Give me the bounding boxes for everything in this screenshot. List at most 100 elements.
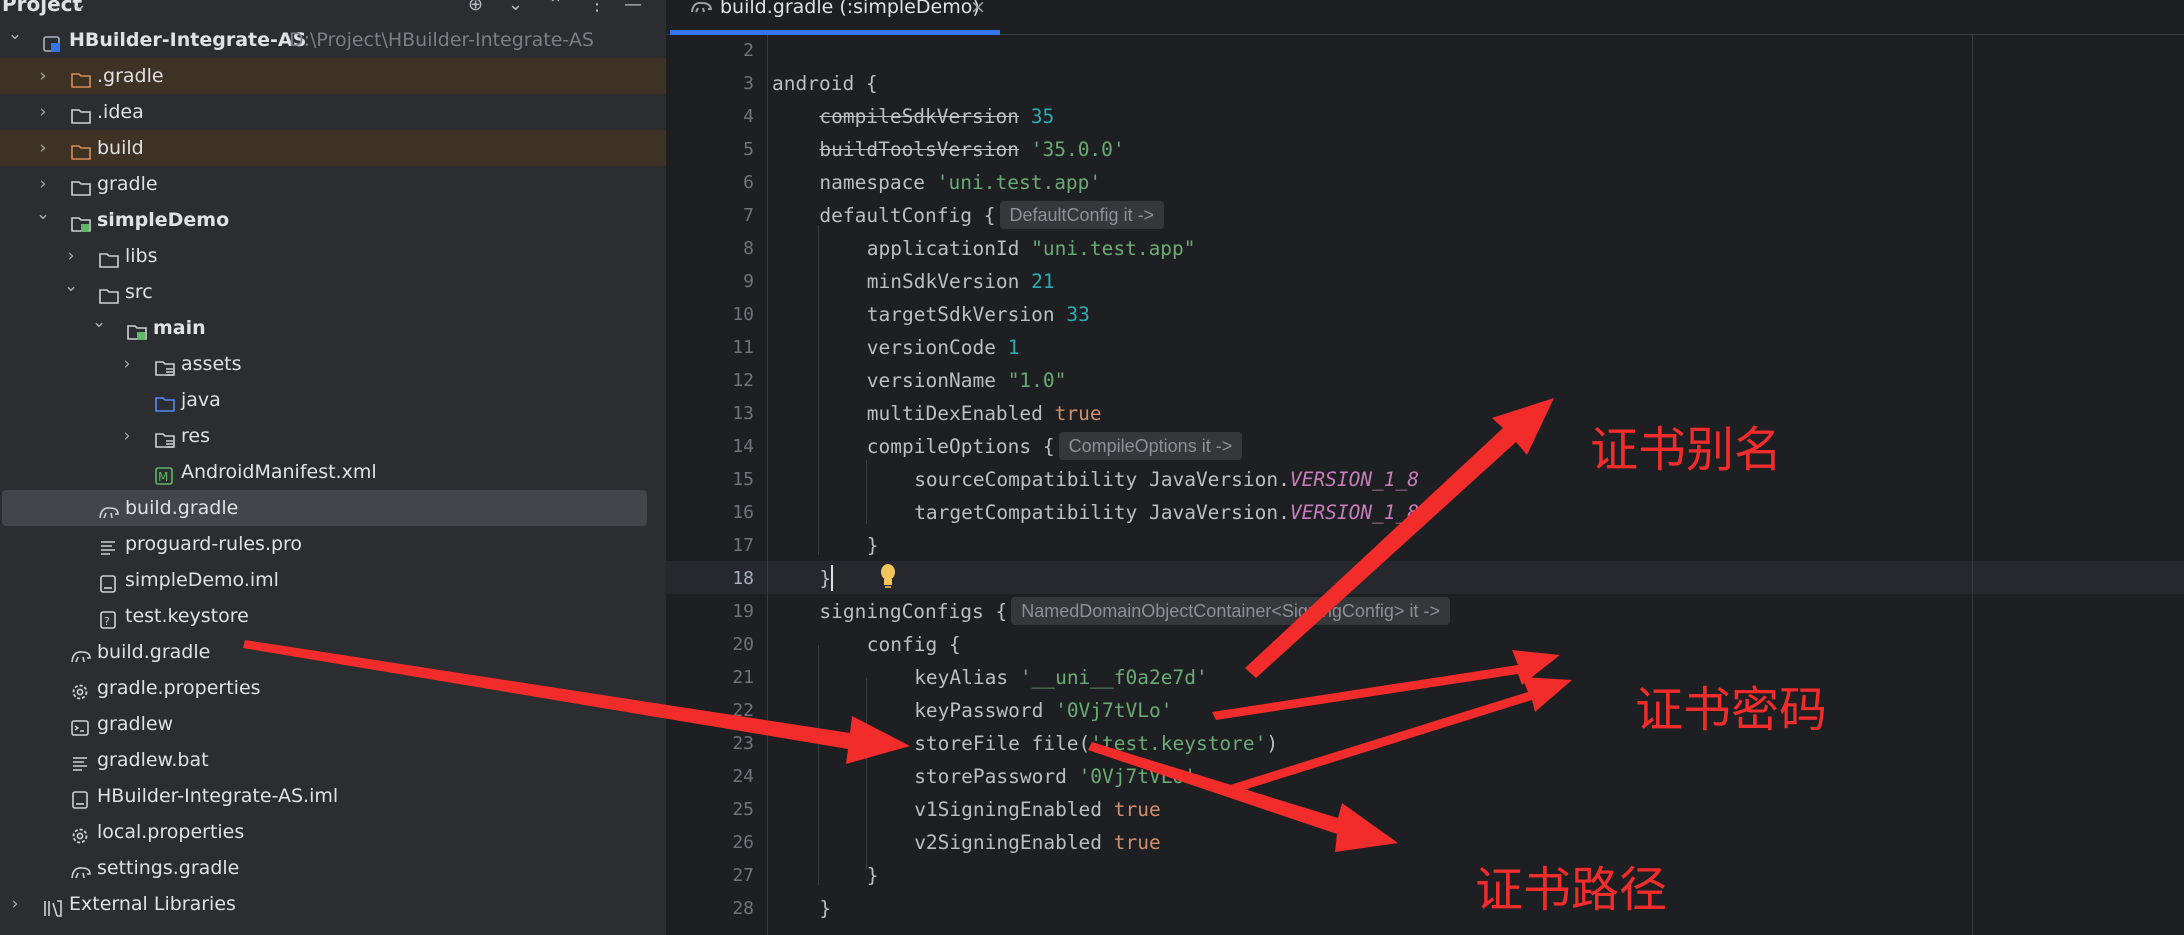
chevron-down-icon[interactable]: ⌄ xyxy=(90,304,108,340)
line-number[interactable]: 24 xyxy=(666,760,754,793)
code-line[interactable]: config { xyxy=(867,628,961,661)
line-number[interactable]: 16 xyxy=(666,496,754,529)
tree-row-settings-gradle[interactable]: settings.gradle xyxy=(0,850,666,886)
tree-row-gradlew[interactable]: gradlew xyxy=(0,706,666,742)
tree-row-gradle-properties[interactable]: gradle.properties xyxy=(0,670,666,706)
chevron-right-icon[interactable]: › xyxy=(34,94,52,130)
tree-row-test-keystore[interactable]: ? test.keystore xyxy=(0,598,666,634)
line-number[interactable]: 26 xyxy=(666,826,754,859)
tree-row-gradle[interactable]: › gradle xyxy=(0,166,666,202)
tree-row-build-gradle[interactable]: build.gradle xyxy=(0,634,666,670)
code-line[interactable]: defaultConfig {DefaultConfig it -> xyxy=(819,199,1165,232)
tree-row-proguard-rules-pro[interactable]: proguard-rules.pro xyxy=(0,526,666,562)
lightbulb-icon[interactable] xyxy=(876,562,900,590)
code-line[interactable]: signingConfigs {NamedDomainObjectContain… xyxy=(819,595,1450,628)
locate-file-icon[interactable]: ⊕ xyxy=(468,0,483,15)
line-number[interactable]: 28 xyxy=(666,892,754,925)
code-line[interactable]: compileOptions {CompileOptions it -> xyxy=(867,430,1243,463)
code-line[interactable]: versionName "1.0" xyxy=(867,364,1067,397)
chevron-right-icon[interactable]: › xyxy=(118,346,136,382)
tree-row-libs[interactable]: › libs xyxy=(0,238,666,274)
tree-row-gradle[interactable]: › .gradle xyxy=(0,58,666,94)
options-menu-icon[interactable]: ⋮ xyxy=(588,0,606,15)
tree-row-hbuilder-integrate-as[interactable]: ⌄ HBuilder-Integrate-AS D:\Project\HBuilde… xyxy=(0,22,666,58)
tree-row-java[interactable]: java xyxy=(0,382,666,418)
tree-row-gradlew-bat[interactable]: gradlew.bat xyxy=(0,742,666,778)
chevron-right-icon[interactable]: › xyxy=(118,418,136,454)
tree-row-external-libraries[interactable]: › External Libraries xyxy=(0,886,666,922)
code-line[interactable]: } xyxy=(867,859,879,892)
tab-label: build.gradle (:simpleDemo) xyxy=(720,0,980,18)
chevron-down-icon[interactable]: ⌄ xyxy=(6,16,24,52)
close-tab-icon[interactable]: × xyxy=(970,0,986,18)
code-line[interactable]: storeFile file('test.keystore') xyxy=(914,727,1278,760)
line-number[interactable]: 12 xyxy=(666,364,754,397)
tree-row-assets[interactable]: › assets xyxy=(0,346,666,382)
line-number[interactable]: 13 xyxy=(666,397,754,430)
line-number[interactable]: 21 xyxy=(666,661,754,694)
line-number[interactable]: 2 xyxy=(666,34,754,67)
code-line[interactable]: applicationId "uni.test.app" xyxy=(867,232,1196,265)
line-number[interactable]: 14 xyxy=(666,430,754,463)
tree-row-build[interactable]: › build xyxy=(0,130,666,166)
chevron-down-icon[interactable]: ⌄ xyxy=(34,196,52,232)
line-number[interactable]: 23 xyxy=(666,727,754,760)
code-line[interactable]: keyAlias '__uni__f0a2e7d' xyxy=(914,661,1208,694)
code-line[interactable]: minSdkVersion 21 xyxy=(867,265,1055,298)
line-number[interactable]: 18 xyxy=(666,562,754,595)
line-number[interactable]: 22 xyxy=(666,694,754,727)
tree-row-build-gradle[interactable]: build.gradle xyxy=(2,490,647,526)
line-number[interactable]: 27 xyxy=(666,859,754,892)
line-number[interactable]: 9 xyxy=(666,265,754,298)
project-panel-title[interactable]: Project xyxy=(2,0,82,16)
code-line[interactable]: targetCompatibility JavaVersion.VERSION_… xyxy=(914,496,1419,529)
line-number[interactable]: 11 xyxy=(666,331,754,364)
tree-item-label: test.keystore xyxy=(125,605,249,627)
expand-all-icon[interactable]: ⌄ xyxy=(508,0,523,15)
line-number[interactable]: 7 xyxy=(666,199,754,232)
code-line[interactable]: v2SigningEnabled true xyxy=(914,826,1161,859)
code-line[interactable]: namespace 'uni.test.app' xyxy=(819,166,1101,199)
chevron-down-icon[interactable]: ⌄ xyxy=(62,268,80,304)
line-number[interactable]: 20 xyxy=(666,628,754,661)
line-number[interactable]: 5 xyxy=(666,133,754,166)
line-number[interactable]: 3 xyxy=(666,67,754,100)
code-line[interactable]: buildToolsVersion '35.0.0' xyxy=(819,133,1124,166)
code-line[interactable]: v1SigningEnabled true xyxy=(914,793,1161,826)
tree-row-res[interactable]: › res xyxy=(0,418,666,454)
collapse-all-icon[interactable]: ⌃ xyxy=(548,0,563,15)
code-line[interactable]: storePassword '0Vj7tVLo' xyxy=(914,760,1196,793)
chevron-right-icon[interactable]: › xyxy=(34,130,52,166)
line-number[interactable]: 6 xyxy=(666,166,754,199)
line-number[interactable]: 10 xyxy=(666,298,754,331)
chevron-right-icon[interactable]: › xyxy=(34,58,52,94)
line-number[interactable]: 8 xyxy=(666,232,754,265)
code-line[interactable]: } xyxy=(819,892,831,925)
tree-row-simpledemo[interactable]: ⌄ simpleDemo xyxy=(0,202,666,238)
hide-panel-icon[interactable]: — xyxy=(624,0,642,15)
line-number[interactable]: 25 xyxy=(666,793,754,826)
line-number[interactable]: 15 xyxy=(666,463,754,496)
code-line[interactable]: } xyxy=(867,529,879,562)
inlay-hint: NamedDomainObjectContainer<SigningConfig… xyxy=(1011,597,1450,625)
line-number[interactable]: 4 xyxy=(666,100,754,133)
tab-build-gradle[interactable]: build.gradle (:simpleDemo) × xyxy=(670,0,1000,35)
code-line[interactable]: versionCode 1 xyxy=(867,331,1020,364)
code-line[interactable]: compileSdkVersion 35 xyxy=(819,100,1054,133)
tree-row-main[interactable]: ⌄ main xyxy=(0,310,666,346)
code-line[interactable]: android { xyxy=(772,67,878,100)
tree-row-local-properties[interactable]: local.properties xyxy=(0,814,666,850)
tree-row-hbuilder-integrate-as-iml[interactable]: HBuilder-Integrate-AS.iml xyxy=(0,778,666,814)
tree-row-simpledemo-iml[interactable]: simpleDemo.iml xyxy=(0,562,666,598)
tree-row-idea[interactable]: › .idea xyxy=(0,94,666,130)
code-line[interactable]: keyPassword '0Vj7tVLo' xyxy=(914,694,1172,727)
code-line[interactable]: sourceCompatibility JavaVersion.VERSION_… xyxy=(914,463,1419,496)
code-line[interactable]: } xyxy=(819,562,831,595)
chevron-down-icon[interactable]: ⌄ xyxy=(72,0,87,15)
line-number[interactable]: 17 xyxy=(666,529,754,562)
code-line[interactable]: multiDexEnabled true xyxy=(867,397,1102,430)
code-line[interactable]: targetSdkVersion 33 xyxy=(867,298,1090,331)
tree-row-androidmanifest-xml[interactable]: M AndroidManifest.xml xyxy=(0,454,666,490)
chevron-right-icon[interactable]: › xyxy=(6,886,24,922)
line-number[interactable]: 19 xyxy=(666,595,754,628)
